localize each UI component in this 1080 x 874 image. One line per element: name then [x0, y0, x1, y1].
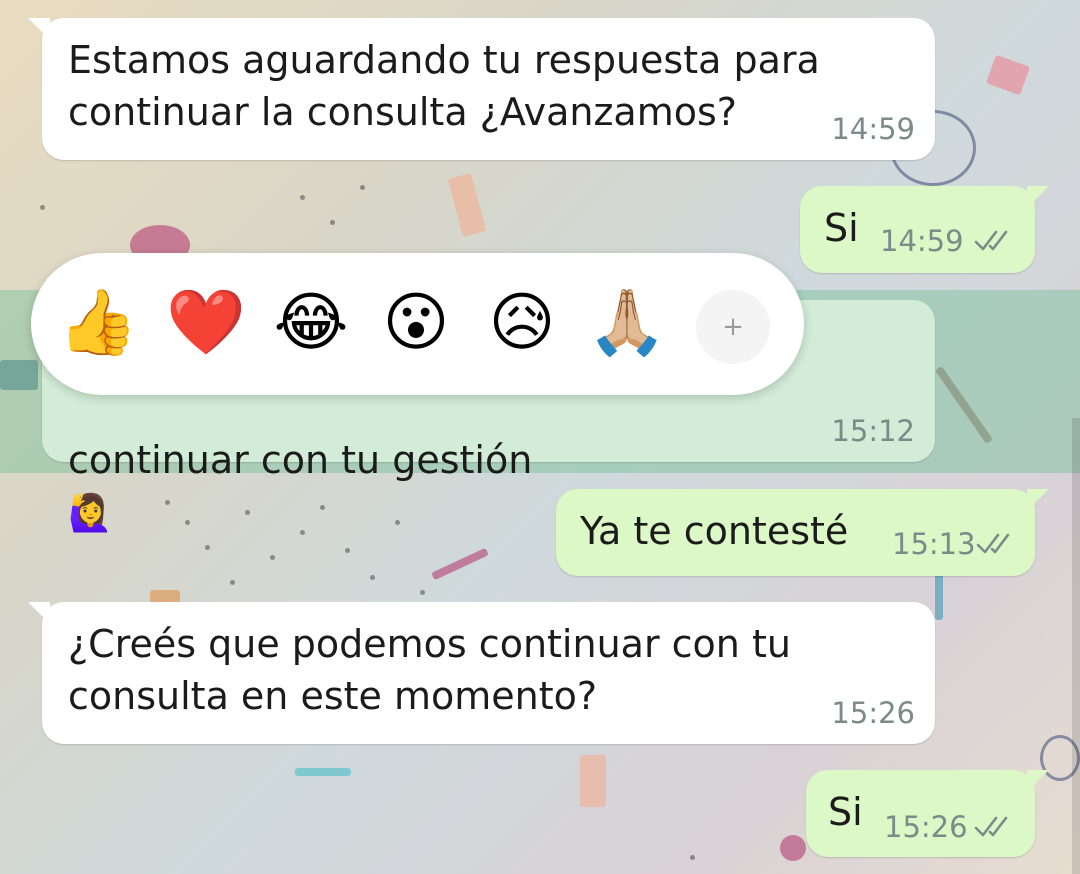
bubble-tail — [1027, 186, 1049, 208]
wallpaper-shape — [295, 768, 351, 776]
message-bubble-incoming[interactable]: ¿Creés que podemos continuar con tu cons… — [28, 602, 935, 744]
heart-icon[interactable]: ❤️ — [166, 283, 246, 363]
wallpaper-dot — [40, 205, 45, 210]
message-time: 14:59 — [880, 224, 964, 258]
wallpaper-dot — [420, 590, 425, 595]
wallpaper-dot — [345, 548, 350, 553]
message-bubble-outgoing[interactable]: Si 15:26 — [806, 770, 1049, 857]
message-text: Si — [828, 790, 863, 834]
message-text: continuar con tu gestión 🙋‍♀️ — [68, 382, 532, 540]
bubble-tail — [1027, 770, 1049, 792]
reaction-picker: 👍 ❤️ 😂 😮 😥 🙏🏼 — [31, 253, 804, 395]
double-check-icon — [974, 230, 1008, 251]
bubble-tail — [28, 602, 50, 624]
message-time: 15:26 — [884, 810, 968, 844]
wallpaper-shape — [985, 54, 1031, 96]
wallpaper-dot — [330, 220, 335, 225]
sad-icon[interactable]: 😥 — [482, 283, 562, 363]
wallpaper-dot — [360, 185, 365, 190]
wallpaper-dot — [270, 555, 275, 560]
wallpaper-dot — [230, 580, 235, 585]
praying-hands-icon[interactable]: 🙏🏼 — [587, 283, 667, 363]
raising-hand-woman-icon: 🙋‍♀️ — [68, 493, 113, 534]
surprised-icon[interactable]: 😮 — [376, 283, 456, 363]
message-text-content: continuar con tu gestión — [68, 438, 533, 482]
wallpaper-shape — [447, 172, 487, 238]
bubble-tail — [1027, 489, 1049, 511]
message-time: 14:59 — [831, 112, 915, 146]
wallpaper-dot — [205, 545, 210, 550]
message-bubble-outgoing[interactable]: Si 14:59 — [800, 186, 1049, 273]
message-time: 15:12 — [831, 414, 915, 448]
wallpaper-dot — [370, 575, 375, 580]
message-text: Ya te contesté — [580, 509, 849, 553]
message-bubble-incoming[interactable]: Estamos aguardando tu respuesta para con… — [28, 18, 935, 160]
thumbs-up-icon[interactable]: 👍 — [58, 283, 138, 363]
wallpaper-shape — [431, 547, 489, 581]
double-check-icon — [974, 816, 1008, 837]
message-text: ¿Creés que podemos continuar con tu cons… — [68, 622, 791, 718]
message-bubble-outgoing[interactable]: Ya te contesté 15:13 — [556, 489, 1049, 576]
tears-of-joy-icon[interactable]: 😂 — [271, 283, 351, 363]
wallpaper-shape — [780, 835, 806, 861]
wallpaper-shape — [580, 755, 606, 807]
double-check-icon — [976, 533, 1010, 554]
add-reaction-button[interactable]: + — [696, 290, 770, 364]
message-time: 15:13 — [892, 527, 976, 561]
wallpaper-dot — [690, 855, 695, 860]
wallpaper-dot — [300, 195, 305, 200]
message-time: 15:26 — [831, 696, 915, 730]
message-text: Si — [824, 206, 859, 250]
scrollbar[interactable] — [1072, 418, 1080, 874]
bubble-tail — [28, 18, 50, 40]
message-text: Estamos aguardando tu respuesta para con… — [68, 38, 820, 134]
